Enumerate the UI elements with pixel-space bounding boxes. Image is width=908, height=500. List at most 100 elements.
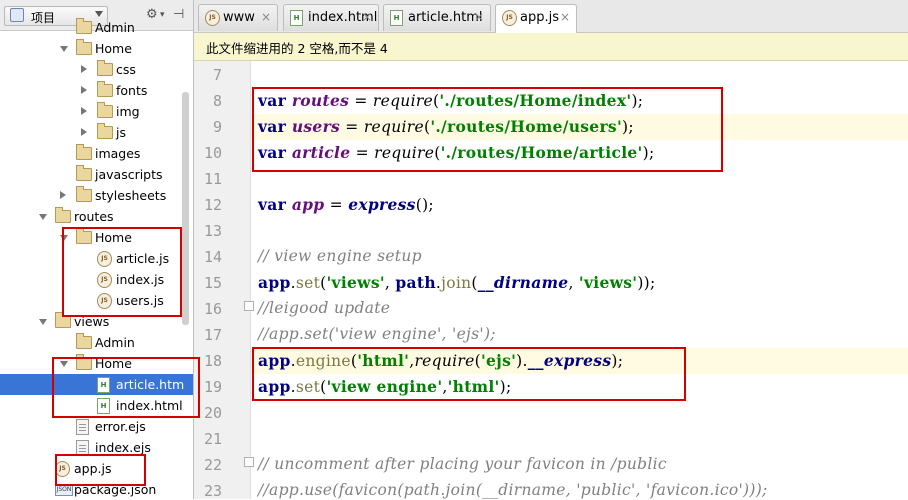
folder-icon [55,312,71,328]
code-line[interactable]: app.engine('html',require('ejs').__expre… [258,351,623,370]
tree-item[interactable]: views [0,311,193,332]
line-number: 22 [203,456,222,474]
code-line[interactable]: var app = express(); [258,195,434,214]
tree-item[interactable]: JS index.js [0,269,193,290]
code-line[interactable]: // uncomment after placing your favicon … [258,455,667,473]
chevron-right-icon[interactable] [60,191,66,199]
tree-item-label: Home [95,41,132,56]
tree-item[interactable]: img [0,101,193,122]
folder-icon [76,144,92,160]
tab-app-js[interactable]: JS app.js × [495,4,577,33]
line-number: 8 [212,92,222,110]
tab-label: article.html [408,10,483,25]
fold-icon[interactable] [244,301,254,311]
tree-item[interactable]: Admin [0,332,193,353]
tree-item[interactable]: JS users.js [0,290,193,311]
line-number: 10 [203,144,222,162]
tree-item[interactable]: JS article.js [0,248,193,269]
line-number: 7 [212,66,222,84]
tree-item-label: index.js [116,272,165,287]
html-file-icon: H [390,10,403,26]
code-line[interactable]: //app.use(favicon(path.join(__dirname, '… [258,481,768,499]
tree-item[interactable]: css [0,59,193,80]
tree-item-label: Admin [95,335,135,350]
line-number: 17 [203,326,222,344]
line-number: 13 [203,222,222,240]
code-line[interactable]: var article = require('./routes/Home/art… [258,143,654,162]
close-icon[interactable]: × [261,10,271,24]
line-number: 18 [203,352,222,370]
tree-item[interactable]: Home [0,227,193,248]
line-number: 23 [203,482,222,500]
line-number: 15 [203,274,222,292]
close-icon[interactable]: × [362,10,372,24]
tree-item[interactable]: javascripts [0,164,193,185]
folder-icon [97,81,113,97]
tree-item[interactable]: JSON package.json [0,479,193,499]
folder-icon [76,39,92,55]
chevron-down-icon[interactable] [60,235,68,241]
close-icon[interactable]: × [560,10,570,24]
js-file-icon: JS [55,461,70,477]
code-line[interactable]: app.set('view engine','html'); [258,377,511,396]
tree-item[interactable]: Home [0,353,193,374]
tree-item[interactable]: JS app.js [0,458,193,479]
tree-item[interactable]: Admin [0,17,193,38]
line-number: 12 [203,196,222,214]
close-icon[interactable]: × [474,10,484,24]
tree-item-label: stylesheets [95,188,167,203]
tree-item[interactable]: error.ejs [0,416,193,437]
tab-label: www [223,10,255,25]
line-number: 16 [203,300,222,318]
folder-icon [76,165,92,181]
line-number: 21 [203,430,222,448]
text-file-icon [76,440,89,456]
js-file-icon: JS [97,272,112,288]
chevron-right-icon[interactable] [81,128,87,136]
line-number: 9 [212,118,222,136]
line-number: 20 [203,404,222,422]
tree-item-label: users.js [116,293,164,308]
tree-item[interactable]: stylesheets [0,185,193,206]
indent-notice-bar: 此文件缩进用的 2 空格,而不是 4 [194,33,908,61]
line-number: 14 [203,248,222,266]
code-line[interactable]: //app.set('view engine', 'ejs'); [258,325,496,343]
chevron-right-icon[interactable] [81,86,87,94]
tree-item[interactable]: fonts [0,80,193,101]
tree-item[interactable]: Hindex.html [0,395,193,416]
tree-item-label: article.htm [116,377,185,392]
chevron-right-icon[interactable] [81,107,87,115]
folder-icon [76,228,92,244]
tab-index-html[interactable]: Hindex.html × [283,4,379,31]
code-line[interactable]: //leigood update [258,299,390,317]
chevron-down-icon[interactable] [60,361,68,367]
chevron-right-icon[interactable] [81,65,87,73]
tree-item-label: js [116,125,126,140]
project-scrollbar[interactable] [182,92,189,325]
tree-item[interactable]: routes [0,206,193,227]
fold-icon[interactable] [244,457,254,467]
js-file-icon: JS [502,10,517,26]
folder-icon [97,102,113,118]
code-line[interactable]: var routes = require('./routes/Home/inde… [258,91,643,110]
code-line[interactable]: // view engine setup [258,247,422,265]
chevron-down-icon[interactable] [60,46,68,52]
code-line[interactable]: app.set('views', path.join(__dirname, 'v… [258,273,656,292]
tree-item-label: article.js [116,251,170,266]
tab-label: app.js [520,10,559,25]
tree-item[interactable]: Harticle.htm [0,374,193,395]
line-number: 11 [203,170,222,188]
text-file-icon [76,419,89,435]
code-line[interactable]: var users = require('./routes/Home/users… [258,117,634,136]
tree-item[interactable]: images [0,143,193,164]
tab-article-html[interactable]: Harticle.html × [383,4,491,31]
tree-item-label: Home [95,230,132,245]
folder-icon [76,354,92,370]
chevron-down-icon[interactable] [39,214,47,220]
chevron-down-icon[interactable] [39,319,47,325]
tree-item-label: fonts [116,83,148,98]
tree-item[interactable]: Home [0,38,193,59]
tree-item[interactable]: js [0,122,193,143]
tab-www[interactable]: JS www × [198,4,278,31]
tree-item[interactable]: index.ejs [0,437,193,458]
